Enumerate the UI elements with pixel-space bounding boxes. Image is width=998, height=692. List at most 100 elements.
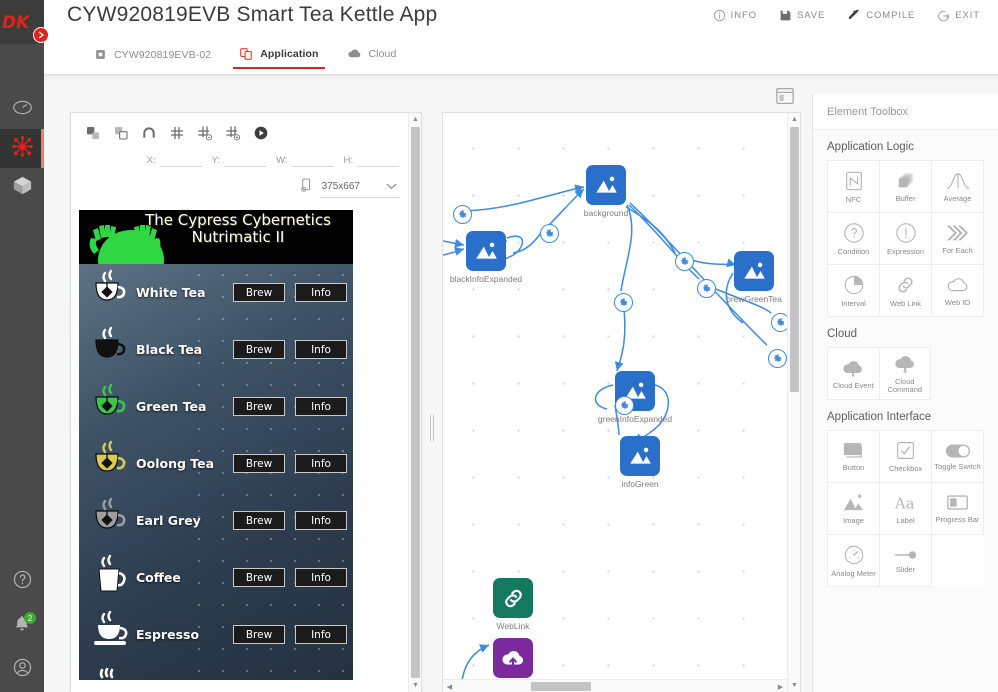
toolbox-item[interactable]: Toggle Switch xyxy=(932,431,984,483)
x-input[interactable] xyxy=(159,154,202,167)
save-button[interactable]: SAVE xyxy=(779,9,825,22)
toolbox-item[interactable]: Checkbox xyxy=(880,431,932,483)
sidebar-item-application[interactable] xyxy=(0,129,44,168)
toolbox-item[interactable]: Web Link xyxy=(880,265,932,317)
toolbox-item[interactable]: Cloud Event xyxy=(828,348,880,400)
screen-size-select[interactable]: 375x667 xyxy=(319,177,399,198)
magnet-icon[interactable] xyxy=(141,125,157,146)
brew-button[interactable]: Brew xyxy=(233,625,285,644)
compile-button[interactable]: COMPILE xyxy=(847,8,915,22)
gear-icon[interactable] xyxy=(615,396,634,415)
gear-icon[interactable] xyxy=(771,313,787,332)
graph-scroll-up-arrow[interactable]: ▲ xyxy=(788,113,800,126)
info-button[interactable]: Info xyxy=(295,283,347,302)
scroll-up-arrow[interactable]: ▲ xyxy=(409,113,422,126)
image-node-icon[interactable] xyxy=(466,231,506,271)
info-button[interactable]: Info xyxy=(295,625,347,644)
phone-preview[interactable]: The Cypress Cybernetics Nutrimatic II Wh… xyxy=(79,210,353,680)
gear-icon[interactable] xyxy=(453,205,472,224)
w-input[interactable] xyxy=(291,154,334,167)
toolbox-item[interactable]: Analog Meter xyxy=(828,535,880,587)
info-button[interactable]: Info xyxy=(295,397,347,416)
brew-button[interactable]: Brew xyxy=(233,340,285,359)
sidebar-item-dashboard[interactable] xyxy=(0,90,44,129)
toolbox-item[interactable]: Image xyxy=(828,483,880,535)
tab-application[interactable]: Application xyxy=(225,43,332,69)
toolbox-item[interactable]: Web IO xyxy=(932,265,984,317)
info-button[interactable]: Info xyxy=(295,340,347,359)
notifications-button[interactable]: 2 xyxy=(0,604,44,648)
gear-icon[interactable] xyxy=(675,252,694,271)
gear-icon[interactable] xyxy=(540,224,559,243)
grid-plus-icon[interactable] xyxy=(225,125,241,146)
graph-node[interactable]: background xyxy=(584,165,628,218)
cloud-event-node-icon[interactable] xyxy=(493,638,533,678)
logic-graph-canvas[interactable]: background blackInfoExpanded brewGreenTe… xyxy=(443,113,787,679)
tab-device[interactable]: CYW920819EVB-02 xyxy=(80,44,225,69)
toolbox-item[interactable]: Expression xyxy=(880,213,932,265)
tab-cloud[interactable]: Cloud xyxy=(333,42,411,69)
play-circle-icon[interactable] xyxy=(253,125,269,146)
design-vertical-scrollbar[interactable]: ▲ ▼ xyxy=(408,113,421,692)
toolbox-item[interactable]: Button xyxy=(828,431,880,483)
hotchoc-icon xyxy=(89,667,135,680)
panel-splitter[interactable] xyxy=(426,411,438,445)
graph-scroll-left-arrow[interactable]: ◀ xyxy=(443,680,456,692)
design-scroll-thumb[interactable] xyxy=(411,127,420,678)
exit-button[interactable]: EXIT xyxy=(937,9,980,22)
account-button[interactable] xyxy=(0,648,44,692)
info-button[interactable]: Info xyxy=(295,568,347,587)
info-button[interactable]: Info xyxy=(295,454,347,473)
toolbox-item[interactable]: For Each xyxy=(932,213,984,265)
graph-node[interactable]: TempEvent xyxy=(493,638,533,678)
brew-button[interactable]: Brew xyxy=(233,283,285,302)
toolbox-item[interactable]: Progress Bar xyxy=(932,483,984,535)
help-button[interactable] xyxy=(0,560,44,604)
gear-icon[interactable] xyxy=(614,293,633,312)
toolbox-item[interactable]: Slider xyxy=(880,535,932,587)
toolbox-item[interactable]: Interval xyxy=(828,265,880,317)
info-button[interactable]: INFO xyxy=(713,9,757,22)
graph-scroll-down-arrow[interactable]: ▼ xyxy=(788,679,800,692)
graph-node-label: WebLink xyxy=(496,621,530,631)
send-to-back-icon[interactable] xyxy=(113,125,129,146)
web-link-node-icon[interactable] xyxy=(493,578,533,618)
image-node-icon[interactable] xyxy=(620,436,660,476)
graph-hscroll-thumb[interactable] xyxy=(531,682,591,691)
y-input[interactable] xyxy=(224,154,267,167)
toolbox-item[interactable]: Average xyxy=(932,161,984,213)
brew-button[interactable]: Brew xyxy=(233,568,285,587)
layout-panel-icon[interactable] xyxy=(775,87,795,105)
toolbox-item[interactable]: Buffer xyxy=(880,161,932,213)
brew-button[interactable]: Brew xyxy=(233,511,285,530)
info-button[interactable]: Info xyxy=(295,511,347,530)
graph-scroll-right-arrow[interactable]: ▶ xyxy=(774,680,787,692)
grid-minus-icon[interactable] xyxy=(197,125,213,146)
graph-node[interactable]: infoGreen xyxy=(620,436,660,489)
scroll-down-arrow[interactable]: ▼ xyxy=(409,679,422,692)
checkbox-icon xyxy=(895,440,916,461)
image-node-icon[interactable] xyxy=(734,251,774,291)
toolbox-item[interactable]: Cloud Command xyxy=(879,348,931,400)
toolbox-item[interactable]: Aa Label xyxy=(880,483,932,535)
graph-horizontal-scrollbar[interactable]: ◀ ▶ xyxy=(443,679,787,692)
graph-vertical-scrollbar[interactable]: ▲ ▼ xyxy=(787,113,800,692)
h-input[interactable] xyxy=(357,154,399,167)
graph-node[interactable]: WebLink xyxy=(493,578,533,631)
graph-vscroll-thumb[interactable] xyxy=(790,127,799,392)
gear-icon[interactable] xyxy=(768,349,787,368)
image-node-icon[interactable] xyxy=(586,165,626,205)
graph-node[interactable]: blackInfoExpanded xyxy=(450,231,522,284)
sidebar-item-library[interactable] xyxy=(0,168,44,207)
brew-button[interactable]: Brew xyxy=(233,454,285,473)
beverage-actions: Brew Info xyxy=(233,568,347,587)
chip-icon xyxy=(94,48,107,61)
graph-node[interactable]: brewGreenTea xyxy=(726,251,782,304)
brew-button[interactable]: Brew xyxy=(233,397,285,416)
rail-expand-button[interactable] xyxy=(33,27,49,43)
gear-icon[interactable] xyxy=(697,279,716,298)
grid-icon[interactable] xyxy=(169,125,185,146)
toolbox-item[interactable]: NFC xyxy=(828,161,880,213)
bring-to-front-icon[interactable] xyxy=(85,125,101,146)
toolbox-item[interactable]: Condition xyxy=(828,213,880,265)
